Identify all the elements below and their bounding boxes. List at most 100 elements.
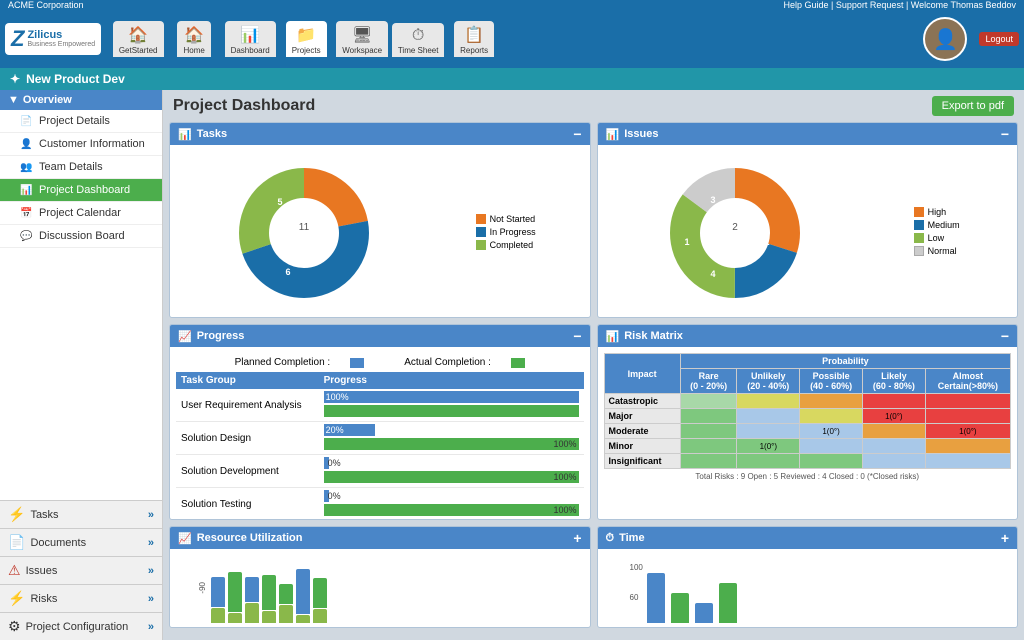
risk-matrix-panel-body: Impact Probability Rare(0 - 20%) Unlikel…	[598, 347, 1018, 490]
prob-almost-certain: AlmostCertain(>80%)	[925, 369, 1010, 394]
svg-text:6: 6	[285, 267, 290, 277]
task-name: Solution Development	[176, 455, 319, 488]
impact-catastropic: Catastropic	[604, 394, 680, 409]
content-header: Project Dashboard Export to pdf	[163, 90, 1024, 122]
svg-text:2: 2	[732, 222, 738, 233]
risks-footer-icon: ⚡	[8, 590, 25, 607]
svg-text:1: 1	[684, 237, 689, 247]
nav-workspace[interactable]: 🖥 Workspace	[335, 21, 389, 57]
progress-panel-header: 📈 Progress −	[170, 325, 590, 347]
progress-panel-title: Progress	[197, 330, 245, 342]
progress-header-icon: 📈	[178, 330, 192, 343]
svg-text:11: 11	[327, 233, 337, 243]
risk-collapse-button[interactable]: −	[1001, 328, 1009, 344]
sidebar-item-customer-info[interactable]: 👤 Customer Information	[0, 133, 162, 156]
nav-bar: Z Zilicus Business Empowered 🏠 GetStarte…	[0, 10, 1024, 68]
documents-arrow: »	[148, 537, 154, 549]
progress-panel-body: Planned Completion : Actual Completion :…	[170, 347, 590, 520]
sidebar-item-team-details[interactable]: 👥 Team Details	[0, 156, 162, 179]
table-row: Solution Testing 0% 100%	[176, 488, 584, 521]
logout-button[interactable]: Logout	[979, 32, 1019, 46]
time-collapse-button[interactable]: +	[1001, 530, 1009, 546]
prob-rare: Rare(0 - 20%)	[680, 369, 737, 394]
nav-timesheet[interactable]: ⏱ Time Sheet	[391, 23, 445, 57]
export-button[interactable]: Export to pdf	[932, 96, 1014, 116]
discussion-icon: 💬	[20, 231, 34, 242]
issues-arrow: »	[148, 565, 154, 577]
footer-documents[interactable]: 📄 Documents »	[0, 528, 162, 556]
top-bar: ACME Corporation Help Guide | Support Re…	[0, 0, 1024, 10]
nav-reports[interactable]: 📋 Reports	[447, 21, 501, 57]
footer-tasks[interactable]: ⚡ Tasks »	[0, 500, 162, 528]
time-panel: ⏱ Time + 100 60	[597, 526, 1019, 628]
tasks-legend: Not Started In Progress Completed	[476, 214, 536, 253]
time-panel-title: Time	[619, 532, 644, 544]
footer-project-config[interactable]: ⚙ Project Configuration »	[0, 612, 162, 640]
impact-minor: Minor	[604, 439, 680, 454]
issues-panel-title: Issues	[624, 128, 658, 140]
resource-collapse-button[interactable]: +	[573, 530, 581, 546]
progress-table: Task Group Progress User Requirement Ana…	[176, 372, 584, 520]
documents-footer-icon: 📄	[8, 534, 25, 551]
svg-text:11: 11	[299, 222, 310, 233]
prob-possible: Possible(40 - 60%)	[800, 369, 863, 394]
svg-text:2: 2	[764, 237, 769, 247]
impact-header: Impact	[604, 354, 680, 394]
svg-text:3: 3	[710, 195, 715, 205]
sidebar-item-project-details[interactable]: 📄 Project Details	[0, 110, 162, 133]
tasks-panel-header: 📊 Tasks −	[170, 123, 590, 145]
sidebar-item-discussion-board[interactable]: 💬 Discussion Board	[0, 225, 162, 248]
risk-footer: Total Risks : 9 Open : 5 Reviewed : 4 Cl…	[604, 469, 1012, 484]
tasks-panel: 📊 Tasks − 11 5	[169, 122, 591, 318]
project-name: New Product Dev	[26, 72, 125, 86]
help-links[interactable]: Help Guide | Support Request | Welcome T…	[784, 0, 1016, 10]
planned-legend-box	[350, 358, 364, 368]
calendar-icon: 📅	[20, 208, 34, 219]
impact-major: Major	[604, 409, 680, 424]
col-progress: Progress	[319, 372, 584, 389]
company-name: ACME Corporation	[8, 0, 84, 10]
issues-collapse-button[interactable]: −	[1001, 126, 1009, 142]
tasks-donut-chart: 11 5 11 6	[224, 153, 384, 313]
time-panel-body: 100 60	[598, 549, 1018, 627]
logo-letter: Z	[11, 26, 24, 52]
progress-collapse-button[interactable]: −	[573, 328, 581, 344]
nav-home[interactable]: 🏠 Home	[167, 21, 221, 57]
customer-icon: 👤	[20, 139, 34, 150]
dashboard-grid: 📊 Tasks − 11 5	[163, 122, 1024, 634]
project-configuration-label: Project Configuration	[26, 621, 129, 633]
tasks-collapse-button[interactable]: −	[573, 126, 581, 142]
risk-matrix-panel-header: 📊 Risk Matrix −	[598, 325, 1018, 347]
risk-matrix-panel-title: Risk Matrix	[624, 330, 683, 342]
task-name: Solution Testing	[176, 488, 319, 521]
risk-matrix-table: Impact Probability Rare(0 - 20%) Unlikel…	[604, 353, 1012, 469]
sidebar: ▼ Overview 📄 Project Details 👤 Customer …	[0, 90, 163, 640]
dashboard-icon: 📊	[20, 185, 34, 196]
resource-utilization-panel: 📈 Resource Utilization + -90	[169, 526, 591, 628]
probability-header: Probability	[680, 354, 1010, 369]
sidebar-item-project-dashboard[interactable]: 📊 Project Dashboard	[0, 179, 162, 202]
nav-getstarted[interactable]: 🏠 GetStarted	[111, 21, 165, 57]
risk-row-catastropic: Catastropic	[604, 394, 1011, 409]
risk-row-minor: Minor 1(0°)	[604, 439, 1011, 454]
nav-projects[interactable]: 📁 Projects	[279, 21, 333, 57]
tasks-panel-body: 11 5 11 6 Not Started In Progress Comple…	[170, 145, 590, 318]
risks-arrow: »	[148, 593, 154, 605]
svg-text:5: 5	[277, 197, 282, 207]
footer-issues[interactable]: ⚠ Issues »	[0, 556, 162, 584]
config-footer-icon: ⚙	[8, 618, 21, 635]
resource-panel-header: 📈 Resource Utilization +	[170, 527, 590, 549]
sidebar-footer: ⚡ Tasks » 📄 Documents » ⚠ Issues » ⚡ Ris…	[0, 500, 162, 640]
team-icon: 👥	[20, 162, 34, 173]
prob-likely: Likely(60 - 80%)	[862, 369, 925, 394]
page-title: Project Dashboard	[173, 97, 932, 115]
nav-dashboard[interactable]: 📊 Dashboard	[223, 21, 277, 57]
risk-matrix-panel: 📊 Risk Matrix − Impact Probability Rare(…	[597, 324, 1019, 520]
task-name: Solution Design	[176, 422, 319, 455]
issues-panel-body: 2 3 2 4 1 High Medium Low Normal	[598, 145, 1018, 318]
issues-donut-chart: 2 3 2 4 1	[655, 153, 815, 313]
sidebar-item-project-calendar[interactable]: 📅 Project Calendar	[0, 202, 162, 225]
progress-panel: 📈 Progress − Planned Completion : Actual…	[169, 324, 591, 520]
footer-risks[interactable]: ⚡ Risks »	[0, 584, 162, 612]
resource-panel-title: Resource Utilization	[197, 532, 303, 544]
